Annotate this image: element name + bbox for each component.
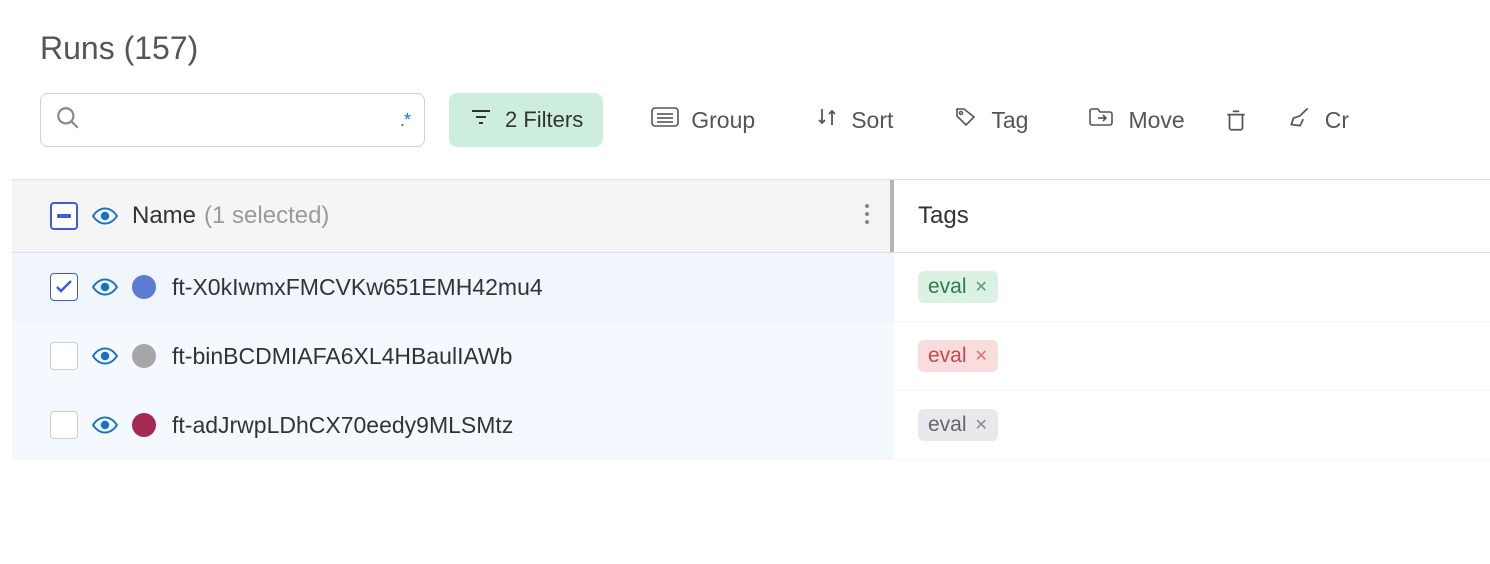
run-color-dot [132,344,156,368]
name-column-label: Name [132,202,196,230]
table-header: Name (1 selected) Tags [12,179,1490,253]
remove-tag-icon[interactable]: ✕ [975,415,988,435]
filters-label: 2 Filters [505,107,583,133]
row-checkbox[interactable] [50,411,78,439]
tags-cell: eval ✕ [894,322,1490,390]
selection-count: (1 selected) [204,202,329,230]
tag-text: eval [928,413,967,437]
visibility-toggle-all[interactable] [92,206,118,226]
run-name[interactable]: ft-adJrwpLDhCX70eedy9MLSMtz [172,412,513,439]
visibility-toggle[interactable] [92,415,118,435]
name-column-header: Name (1 selected) [12,180,894,252]
sort-button[interactable]: Sort [807,99,901,141]
name-cell[interactable]: ft-adJrwpLDhCX70eedy9MLSMtz [12,391,894,459]
table-row: ft-binBCDMIAFA6XL4HBaulIAWb eval ✕ [12,322,1490,391]
tags-column-header: Tags [894,180,1490,252]
group-icon [651,105,679,135]
toolbar: .* 2 Filters Group Sort Tag [40,93,1490,147]
create-label: Cr [1325,107,1349,134]
visibility-toggle[interactable] [92,346,118,366]
group-label: Group [691,107,755,134]
column-menu-button[interactable] [864,203,870,230]
row-checkbox[interactable] [50,342,78,370]
sort-icon [815,105,839,135]
broom-icon [1287,104,1313,136]
tag-text: eval [928,275,967,299]
row-checkbox[interactable] [50,273,78,301]
table-row: ft-adJrwpLDhCX70eedy9MLSMtz eval ✕ [12,391,1490,460]
tag-chip[interactable]: eval ✕ [918,409,998,441]
move-button[interactable]: Move [1080,99,1192,141]
regex-icon[interactable]: .* [400,110,410,131]
move-label: Move [1128,107,1184,134]
run-name[interactable]: ft-binBCDMIAFA6XL4HBaulIAWb [172,343,512,370]
remove-tag-icon[interactable]: ✕ [975,277,988,297]
table-row: ft-X0kIwmxFMCVKw651EMH42mu4 eval ✕ [12,253,1490,322]
run-name[interactable]: ft-X0kIwmxFMCVKw651EMH42mu4 [172,274,543,301]
trash-button[interactable] [1217,100,1255,140]
search-icon [55,105,81,136]
run-color-dot [132,413,156,437]
tag-label: Tag [991,107,1028,134]
page-title: Runs (157) [40,30,1490,67]
sort-label: Sort [851,107,893,134]
run-color-dot [132,275,156,299]
group-button[interactable]: Group [643,99,763,141]
name-cell[interactable]: ft-X0kIwmxFMCVKw651EMH42mu4 [12,253,894,321]
filters-button[interactable]: 2 Filters [449,93,603,147]
move-icon [1088,105,1116,135]
filter-icon [469,105,493,135]
tag-chip[interactable]: eval ✕ [918,340,998,372]
tag-text: eval [928,344,967,368]
table-body: ft-X0kIwmxFMCVKw651EMH42mu4eval✕ft-binBC… [12,253,1490,460]
select-all-checkbox[interactable] [50,202,78,230]
create-button[interactable]: Cr [1279,98,1357,142]
tag-chip[interactable]: eval ✕ [918,271,998,303]
name-cell[interactable]: ft-binBCDMIAFA6XL4HBaulIAWb [12,322,894,390]
tags-column-label: Tags [918,202,969,230]
tags-cell: eval ✕ [894,391,1490,459]
tags-cell: eval ✕ [894,253,1490,321]
tag-button[interactable]: Tag [945,99,1036,141]
visibility-toggle[interactable] [92,277,118,297]
tag-icon [953,105,979,135]
search-input[interactable]: .* [40,93,425,147]
remove-tag-icon[interactable]: ✕ [975,346,988,366]
